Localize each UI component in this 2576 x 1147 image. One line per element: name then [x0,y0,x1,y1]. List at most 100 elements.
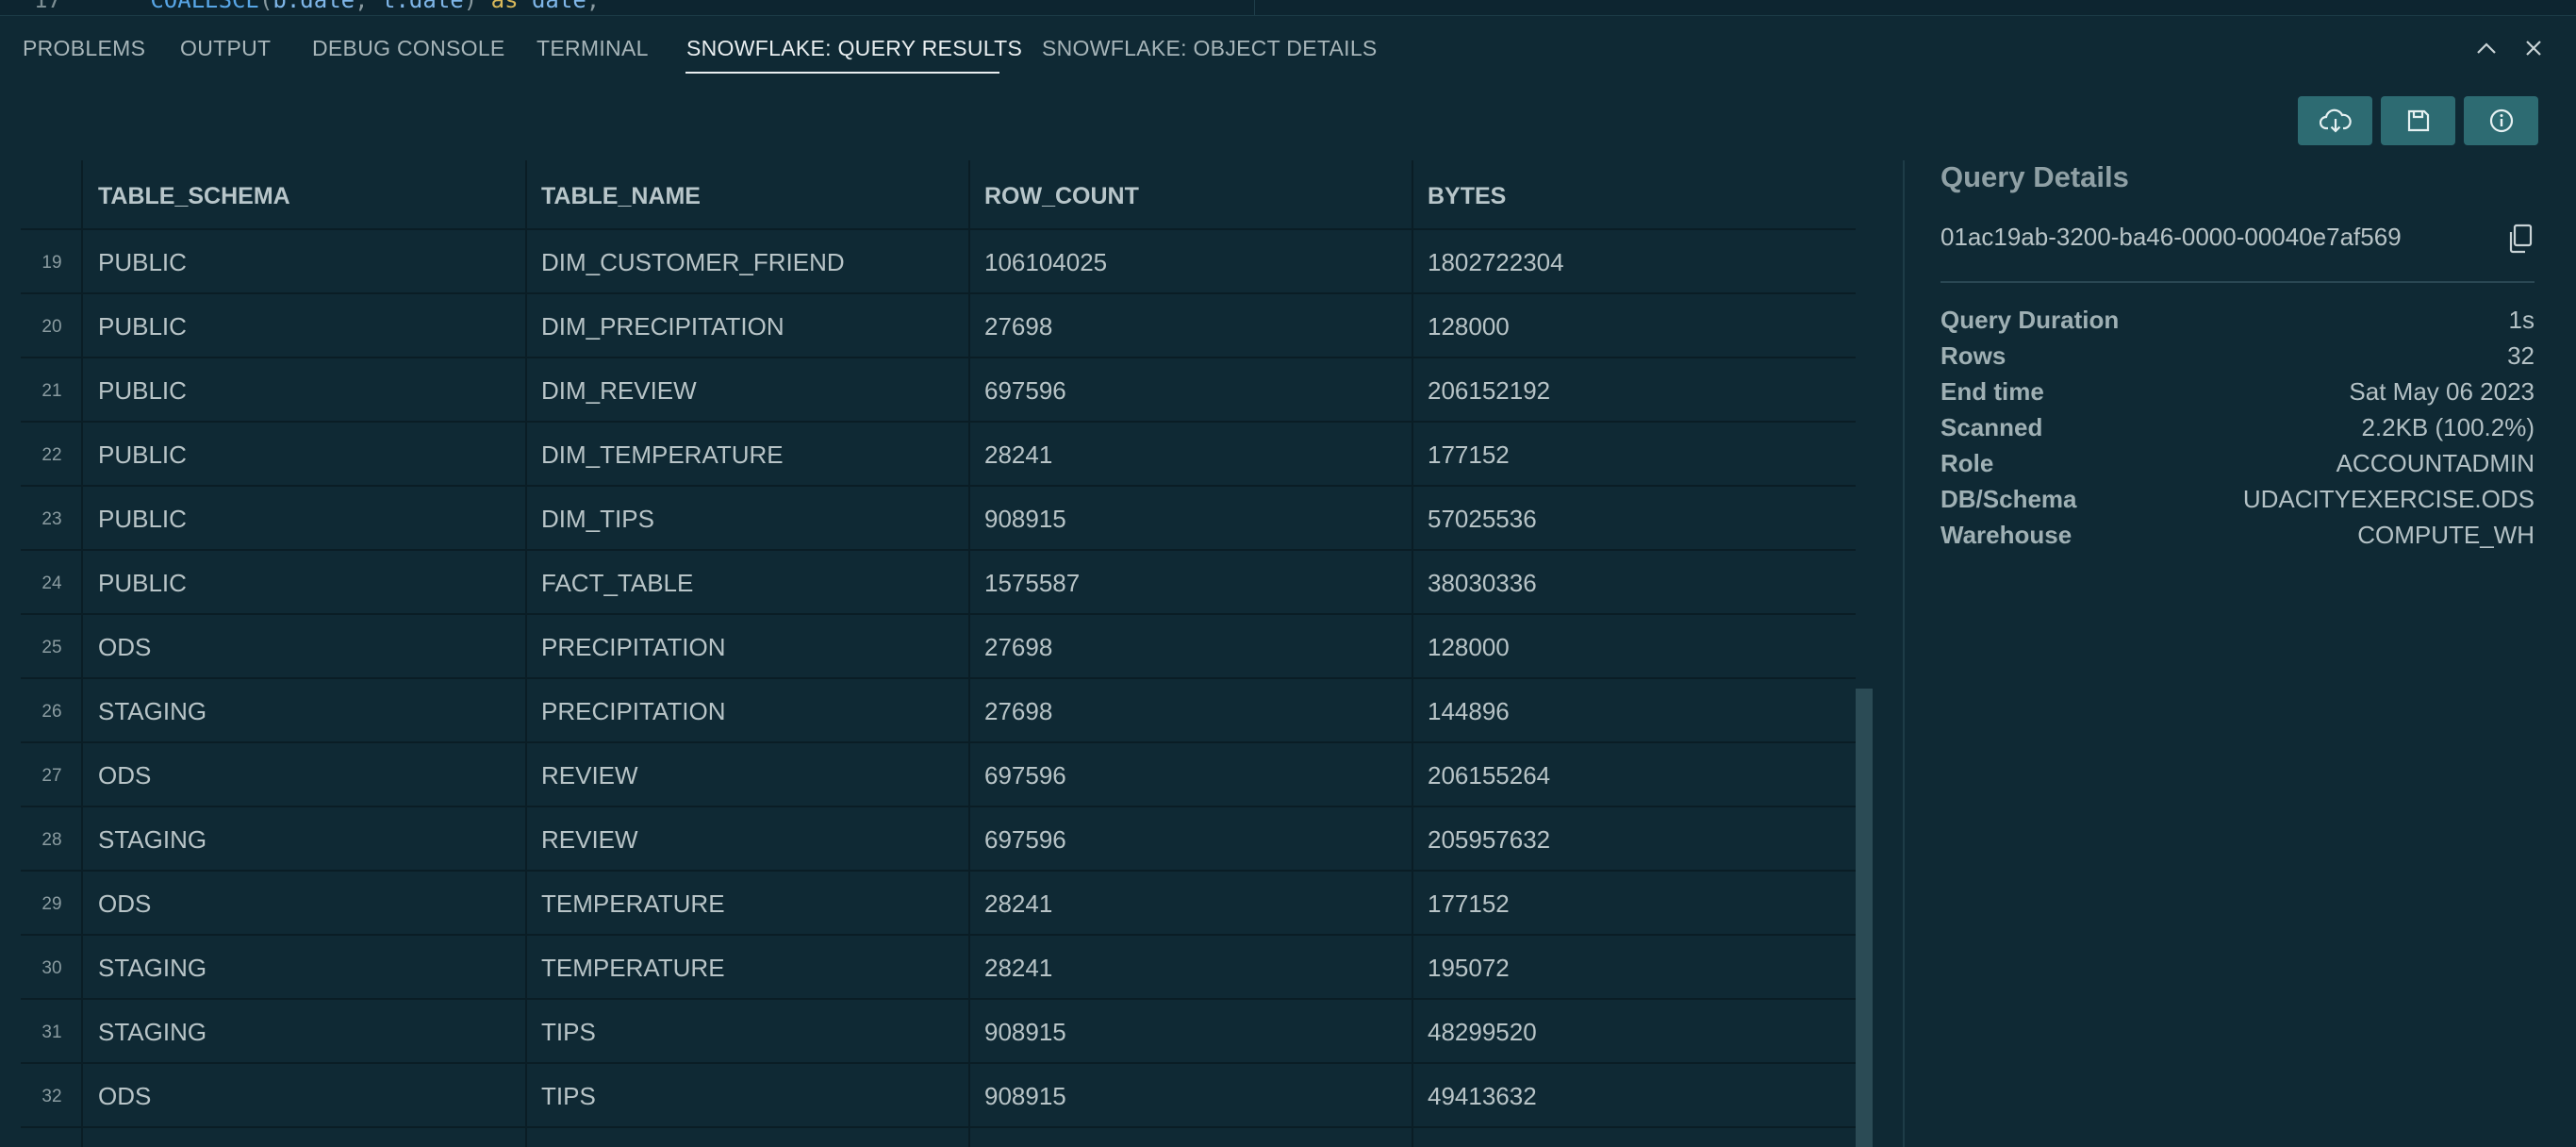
cell-row-count[interactable]: 28241 [984,954,1052,983]
cell-bytes[interactable]: 48299520 [1428,1018,1537,1047]
cell-bytes[interactable]: 38030336 [1428,569,1537,598]
table-row[interactable]: 24 PUBLIC FACT_TABLE 1575587 38030336 [21,549,1856,615]
download-button[interactable] [2298,96,2372,145]
cell-table-name[interactable]: TIPS [541,1018,596,1047]
column-header-table-name[interactable]: TABLE_NAME [541,183,701,210]
panel-root: 17 COALESCE(b.date, t.date) as date, PRO… [0,0,2576,1147]
tab-terminal[interactable]: TERMINAL [537,36,649,61]
table-row[interactable]: 20 PUBLIC DIM_PRECIPITATION 27698 128000 [21,292,1856,358]
cell-table-name[interactable]: TEMPERATURE [541,889,725,919]
close-panel-button[interactable] [2518,32,2550,64]
detail-key: Query Duration [1940,306,2120,334]
table-row[interactable]: 26 STAGING PRECIPITATION 27698 144896 [21,677,1856,743]
chevron-up-icon [2477,42,2496,54]
detail-row: Warehouse COMPUTE_WH [1940,521,2535,557]
table-row[interactable]: 19 PUBLIC DIM_CUSTOMER_FRIEND 106104025 1802… [21,228,1856,294]
cell-table-schema[interactable]: ODS [98,1082,151,1111]
detail-value: UDACITYEXERCISE.ODS [2242,485,2535,513]
grid-header: TABLE_SCHEMA TABLE_NAME ROW_COUNT BYTES [21,160,1856,230]
table-row[interactable]: 31 STAGING TIPS 908915 48299520 [21,998,1856,1064]
cell-table-schema[interactable]: ODS [98,889,151,919]
cell-bytes[interactable]: 1802722304 [1428,248,1564,277]
tab-snowflake-query-results[interactable]: SNOWFLAKE: QUERY RESULTS [686,36,1022,61]
table-row[interactable]: 27 ODS REVIEW 697596 206155264 [21,741,1856,807]
cell-table-name[interactable]: REVIEW [541,761,638,790]
save-button[interactable] [2381,96,2455,145]
cell-row-count[interactable]: 106104025 [984,248,1107,277]
cell-row-count[interactable]: 908915 [984,1082,1066,1111]
cell-row-count[interactable]: 697596 [984,825,1066,855]
detail-row: Role ACCOUNTADMIN [1940,449,2535,485]
maximize-panel-button[interactable] [2470,32,2502,64]
editor-split-divider [1254,0,1255,15]
cell-row-count[interactable]: 1575587 [984,569,1080,598]
table-row[interactable]: 29 ODS TEMPERATURE 28241 177152 [21,870,1856,936]
cell-table-name[interactable]: DIM_TIPS [541,505,654,534]
table-row[interactable]: 32 ODS TIPS 908915 49413632 [21,1062,1856,1128]
column-header-table-schema[interactable]: TABLE_SCHEMA [98,183,290,210]
cell-table-schema[interactable]: PUBLIC [98,505,187,534]
column-header-bytes[interactable]: BYTES [1428,183,1506,210]
table-row[interactable]: 21 PUBLIC DIM_REVIEW 697596 206152192 [21,357,1856,423]
cell-row-count[interactable]: 27698 [984,312,1052,341]
cell-table-name[interactable]: DIM_TEMPERATURE [541,441,784,470]
cell-table-schema[interactable]: PUBLIC [98,312,187,341]
cell-row-count[interactable]: 697596 [984,376,1066,406]
cell-bytes[interactable]: 144896 [1428,697,1510,726]
tab-output[interactable]: OUTPUT [180,36,271,61]
tab-problems[interactable]: PROBLEMS [23,36,145,61]
cell-row-count[interactable]: 28241 [984,441,1052,470]
tab-snowflake-object-details[interactable]: SNOWFLAKE: OBJECT DETAILS [1042,36,1378,61]
cell-table-schema[interactable]: STAGING [98,697,206,726]
cell-table-name[interactable]: PRECIPITATION [541,633,726,662]
cell-table-schema[interactable]: ODS [98,633,151,662]
copy-query-id-button[interactable] [2506,223,2535,255]
cell-table-name[interactable]: DIM_PRECIPITATION [541,312,784,341]
close-icon [2526,41,2541,56]
code-line: 17 COALESCE(b.date, t.date) as date, [34,0,600,13]
cell-bytes[interactable]: 206152192 [1428,376,1550,406]
table-row[interactable]: 25 ODS PRECIPITATION 27698 128000 [21,613,1856,679]
cell-bytes[interactable]: 57025536 [1428,505,1537,534]
table-row[interactable]: 28 STAGING REVIEW 697596 205957632 [21,806,1856,872]
cell-table-schema[interactable]: PUBLIC [98,248,187,277]
cell-bytes[interactable]: 128000 [1428,312,1510,341]
cell-row-count[interactable]: 28241 [984,889,1052,919]
cell-row-count[interactable]: 27698 [984,697,1052,726]
detail-key: Scanned [1940,413,2043,441]
cell-table-schema[interactable]: PUBLIC [98,376,187,406]
cell-row-count[interactable]: 27698 [984,633,1052,662]
table-row[interactable]: 23 PUBLIC DIM_TIPS 908915 57025536 [21,485,1856,551]
column-header-row-count[interactable]: ROW_COUNT [984,183,1139,210]
cell-table-name[interactable]: DIM_CUSTOMER_FRIEND [541,248,845,277]
tab-debug-console[interactable]: DEBUG CONSOLE [312,36,505,61]
info-button[interactable] [2464,96,2538,145]
cell-table-name[interactable]: REVIEW [541,825,638,855]
cell-row-count[interactable]: 908915 [984,505,1066,534]
cell-row-count[interactable]: 697596 [984,761,1066,790]
cell-bytes[interactable]: 128000 [1428,633,1510,662]
cell-table-name[interactable]: TEMPERATURE [541,954,725,983]
detail-key: DB/Schema [1940,485,2077,513]
cell-table-schema[interactable]: STAGING [98,1018,206,1047]
cell-bytes[interactable]: 205957632 [1428,825,1550,855]
cell-table-schema[interactable]: PUBLIC [98,441,187,470]
cell-bytes[interactable]: 206155264 [1428,761,1550,790]
cell-table-schema[interactable]: STAGING [98,825,206,855]
cell-row-count[interactable]: 908915 [984,1018,1066,1047]
cell-table-schema[interactable]: STAGING [98,954,206,983]
detail-row: Query Duration 1s [1940,306,2535,341]
cell-table-name[interactable]: PRECIPITATION [541,697,726,726]
cell-bytes[interactable]: 177152 [1428,889,1510,919]
cell-table-name[interactable]: TIPS [541,1082,596,1111]
cell-table-name[interactable]: DIM_REVIEW [541,376,697,406]
cell-bytes[interactable]: 195072 [1428,954,1510,983]
table-row[interactable]: 22 PUBLIC DIM_TEMPERATURE 28241 177152 [21,421,1856,487]
table-row[interactable]: 30 STAGING TEMPERATURE 28241 195072 [21,934,1856,1000]
cell-bytes[interactable]: 49413632 [1428,1082,1537,1111]
cell-table-schema[interactable]: PUBLIC [98,569,187,598]
cell-table-name[interactable]: FACT_TABLE [541,569,693,598]
cell-table-schema[interactable]: ODS [98,761,151,790]
cell-bytes[interactable]: 177152 [1428,441,1510,470]
grid-scrollbar[interactable] [1856,689,1873,1147]
